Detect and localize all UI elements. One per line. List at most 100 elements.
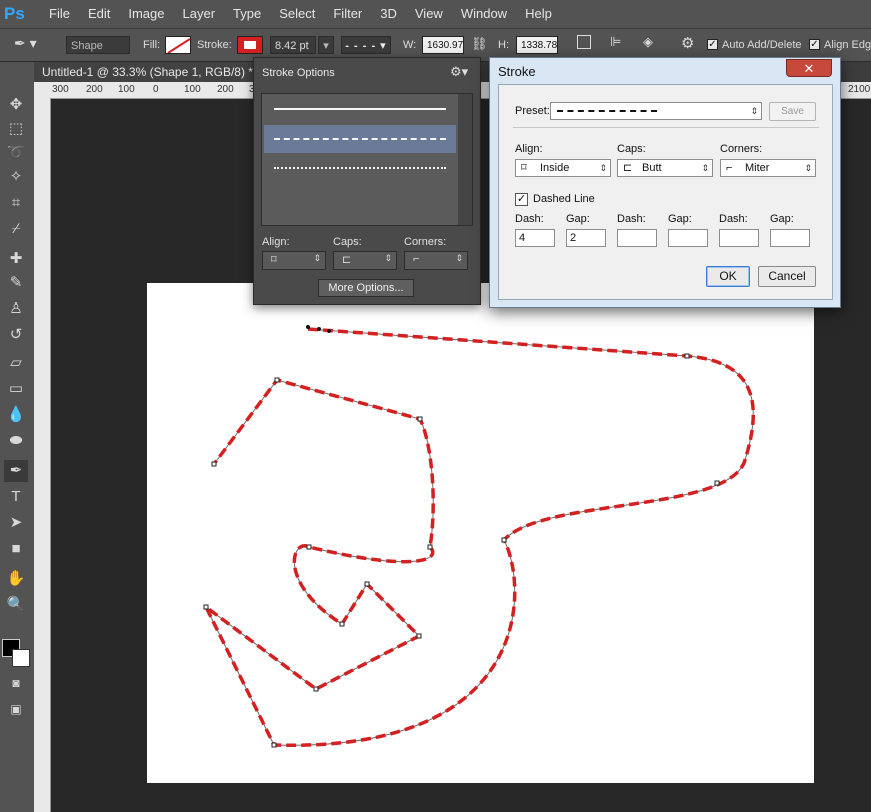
hand-tool-icon[interactable]: ✋ (4, 568, 28, 590)
healing-brush-tool-icon[interactable]: ✚ (4, 248, 28, 270)
menu-layer[interactable]: Layer (174, 0, 225, 28)
stroke-type-dropdown[interactable]: - - - - ▾ (341, 36, 391, 54)
path-operations-icon[interactable] (577, 35, 591, 49)
corners-label: Corners: (720, 143, 763, 155)
more-options-button[interactable]: More Options... (318, 279, 414, 297)
stroke-swatch[interactable] (237, 36, 263, 54)
document-canvas[interactable] (147, 283, 814, 783)
dodge-tool-icon[interactable]: ⬬ (4, 430, 28, 452)
height-field[interactable]: 1338.78 (516, 36, 558, 54)
corners-dropdown[interactable]: ⌐ Miter ⇕ (720, 159, 816, 177)
path-selection-tool-icon[interactable]: ➤ (4, 512, 28, 534)
gap-3-input[interactable] (770, 229, 810, 247)
zoom-tool-icon[interactable]: 🔍 (4, 594, 28, 616)
path-arrangement-icon[interactable]: ◈ (643, 34, 653, 50)
menu-bar: Ps File Edit Image Layer Type Select Fil… (0, 0, 871, 29)
dash-label-1: Dash: (515, 213, 544, 225)
dash-1-input[interactable]: 4 (515, 229, 555, 247)
clone-stamp-tool-icon[interactable]: ♙ (4, 298, 28, 320)
caps-dropdown[interactable]: ⊏ ⇕ (333, 251, 397, 270)
caps-dropdown[interactable]: ⊏ Butt ⇕ (617, 159, 713, 177)
align-dropdown[interactable]: ⌑ Inside ⇕ (515, 159, 611, 177)
blur-tool-icon[interactable]: 💧 (4, 404, 28, 426)
menu-select[interactable]: Select (270, 0, 324, 28)
type-tool-icon[interactable]: T (4, 486, 28, 508)
tool-mode-dropdown[interactable]: Shape (66, 36, 130, 54)
link-icon[interactable]: ⛓ (471, 36, 488, 52)
magic-wand-tool-icon[interactable]: ✧ (4, 166, 28, 188)
gap-label-3: Gap: (770, 213, 794, 225)
gap-1-input[interactable]: 2 (566, 229, 606, 247)
dash-label-3: Dash: (719, 213, 748, 225)
menu-file[interactable]: File (40, 0, 79, 28)
pen-tool-preset-icon[interactable]: ✒ ▾ (14, 35, 44, 55)
dashed-preset-preview (557, 110, 657, 112)
w-label: W: (403, 39, 417, 51)
move-tool-icon[interactable]: ✥ (4, 94, 28, 116)
caps-label: Caps: (333, 236, 362, 248)
brush-tool-icon[interactable]: ✎ (4, 272, 28, 294)
menu-help[interactable]: Help (516, 0, 561, 28)
ok-button[interactable]: OK (706, 266, 750, 287)
chevron-updown-icon: ⇕ (701, 163, 709, 173)
anchor-points (203, 353, 720, 748)
eyedropper-tool-icon[interactable]: ⌿ (4, 218, 28, 240)
gear-icon[interactable]: ⚙ (681, 34, 694, 52)
path-alignment-icon[interactable]: ⊫ (610, 34, 621, 50)
corners-label: Corners: (404, 236, 447, 248)
stroke-options-panel: Stroke Options ⚙▾ Align: Caps: Corners: … (253, 57, 481, 305)
crop-tool-icon[interactable]: ⌗ (4, 192, 28, 214)
stroke-width-input[interactable]: 8.42 pt (270, 36, 316, 54)
stroke-preset-dotted[interactable] (264, 154, 456, 182)
menu-filter[interactable]: Filter (324, 0, 371, 28)
stroke-preset-dashed[interactable] (264, 125, 456, 153)
menu-image[interactable]: Image (119, 0, 173, 28)
menu-type[interactable]: Type (224, 0, 270, 28)
chevron-updown-icon: ⇕ (455, 253, 463, 263)
stroke-preset-list (261, 93, 473, 226)
lasso-tool-icon[interactable]: ➰ (4, 142, 28, 164)
ruler-label: 200 (86, 84, 103, 95)
menu-3d[interactable]: 3D (371, 0, 406, 28)
stroke-width-dropdown[interactable]: ▾ (318, 36, 334, 54)
gradient-tool-icon[interactable]: ▭ (4, 378, 28, 400)
stroke-label: Stroke: (197, 39, 232, 51)
menu-edit[interactable]: Edit (79, 0, 119, 28)
quick-mask-icon[interactable]: ◙ (4, 672, 28, 694)
rectangle-tool-icon[interactable]: ■ (4, 538, 28, 560)
close-button[interactable]: ✕ (786, 59, 832, 77)
dash-3-input[interactable] (719, 229, 759, 247)
menu-items: File Edit Image Layer Type Select Filter… (40, 0, 561, 28)
pen-tool-icon[interactable]: ✒ (4, 460, 28, 482)
cancel-button[interactable]: Cancel (758, 266, 816, 287)
menu-view[interactable]: View (406, 0, 452, 28)
miter-join-icon: ⌐ (413, 253, 420, 265)
shape-path[interactable] (147, 283, 814, 783)
auto-add-delete-checkbox[interactable]: ✓ (707, 39, 718, 50)
align-dropdown[interactable]: ⌑ ⇕ (262, 251, 326, 270)
width-field[interactable]: 1630.97 (422, 36, 464, 54)
gap-label-2: Gap: (668, 213, 692, 225)
stroke-dialog: Stroke ✕ Preset: ⇕ Save Align: Caps: Cor… (489, 57, 841, 308)
screen-mode-icon[interactable]: ▣ (4, 698, 28, 720)
eraser-tool-icon[interactable]: ▱ (4, 352, 28, 374)
save-button[interactable]: Save (769, 102, 816, 121)
menu-window[interactable]: Window (452, 0, 516, 28)
preset-dropdown[interactable]: ⇕ (550, 102, 762, 120)
fill-swatch[interactable] (165, 36, 191, 54)
marquee-tool-icon[interactable]: ⬚ (4, 118, 28, 140)
gap-2-input[interactable] (668, 229, 708, 247)
corners-value: Miter (745, 162, 770, 174)
dashed-line-checkbox[interactable]: ✓ (515, 193, 528, 206)
gear-icon[interactable]: ⚙▾ (450, 64, 468, 80)
document-tab[interactable]: Untitled-1 @ 33.3% (Shape 1, RGB/8) * (34, 62, 261, 82)
dash-2-input[interactable] (617, 229, 657, 247)
preset-list-scrollbar[interactable] (458, 94, 472, 225)
align-edges-checkbox[interactable]: ✓ (809, 39, 820, 50)
corners-dropdown[interactable]: ⌐ ⇕ (404, 251, 468, 270)
align-label: Align: (515, 143, 543, 155)
history-brush-tool-icon[interactable]: ↺ (4, 324, 28, 346)
background-color-swatch[interactable] (12, 649, 30, 667)
caps-value: Butt (642, 162, 662, 174)
stroke-preset-solid[interactable] (264, 96, 456, 124)
